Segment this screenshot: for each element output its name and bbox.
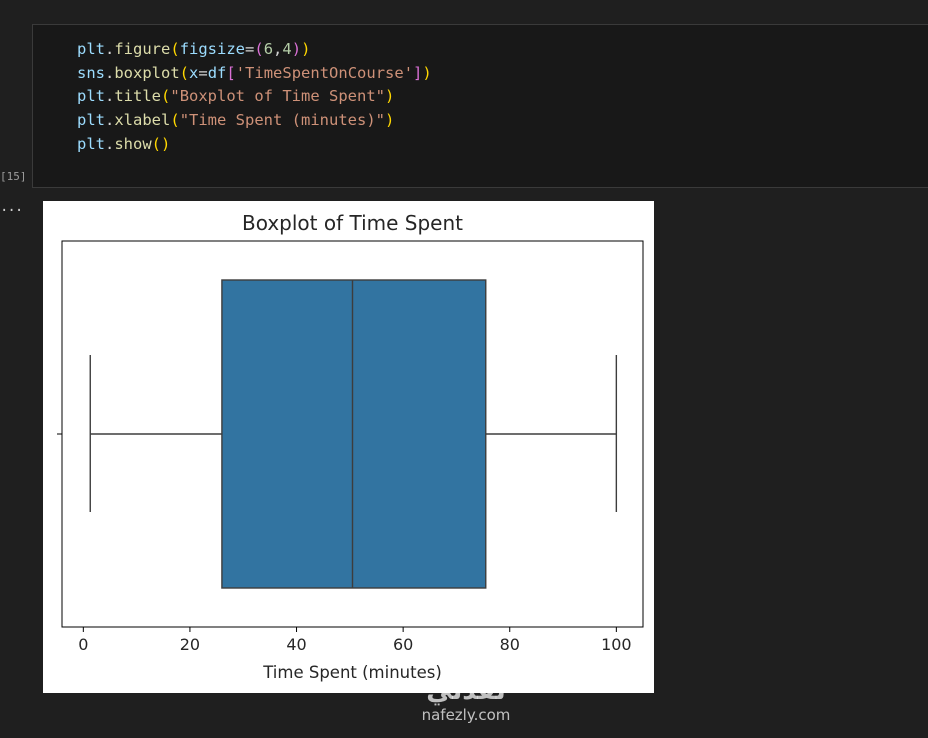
execution-count: [15] bbox=[0, 170, 27, 183]
x-tick-label: 100 bbox=[601, 635, 632, 654]
x-tick-label: 60 bbox=[393, 635, 413, 654]
chart-output: 0 20 40 60 80 100 Boxplot of Time Spent Time Sp… bbox=[43, 201, 654, 693]
code-line: sns.boxplot(x=df['TimeSpentOnCourse']) bbox=[77, 63, 432, 82]
x-tick-label: 80 bbox=[500, 635, 520, 654]
watermark-arabic: نفذلي bbox=[426, 676, 506, 706]
code-line: plt.xlabel("Time Spent (minutes)") bbox=[77, 111, 395, 130]
x-tick-label: 0 bbox=[78, 635, 88, 654]
output-ellipsis-icon[interactable]: ... bbox=[0, 199, 23, 215]
code-line: plt.title("Boxplot of Time Spent") bbox=[77, 87, 395, 106]
watermark: نفذلي nafezly.com bbox=[396, 676, 536, 724]
code-line: plt.show() bbox=[77, 134, 171, 153]
x-tick-label: 40 bbox=[286, 635, 306, 654]
code-cell[interactable]: plt.figure(figsize=(6,4)) sns.boxplot(x=… bbox=[32, 24, 928, 188]
watermark-latin: nafezly.com bbox=[421, 706, 511, 724]
code-editor[interactable]: plt.figure(figsize=(6,4)) sns.boxplot(x=… bbox=[77, 38, 432, 157]
box-iqr bbox=[221, 279, 487, 589]
boxplot-chart: 0 20 40 60 80 100Boxplot of Time SpentTime Sp… bbox=[57, 211, 644, 682]
x-tick-label: 20 bbox=[180, 635, 200, 654]
code-line: plt.figure(figsize=(6,4)) bbox=[77, 40, 311, 58]
chart-title: Boxplot of Time Spent bbox=[242, 211, 463, 235]
